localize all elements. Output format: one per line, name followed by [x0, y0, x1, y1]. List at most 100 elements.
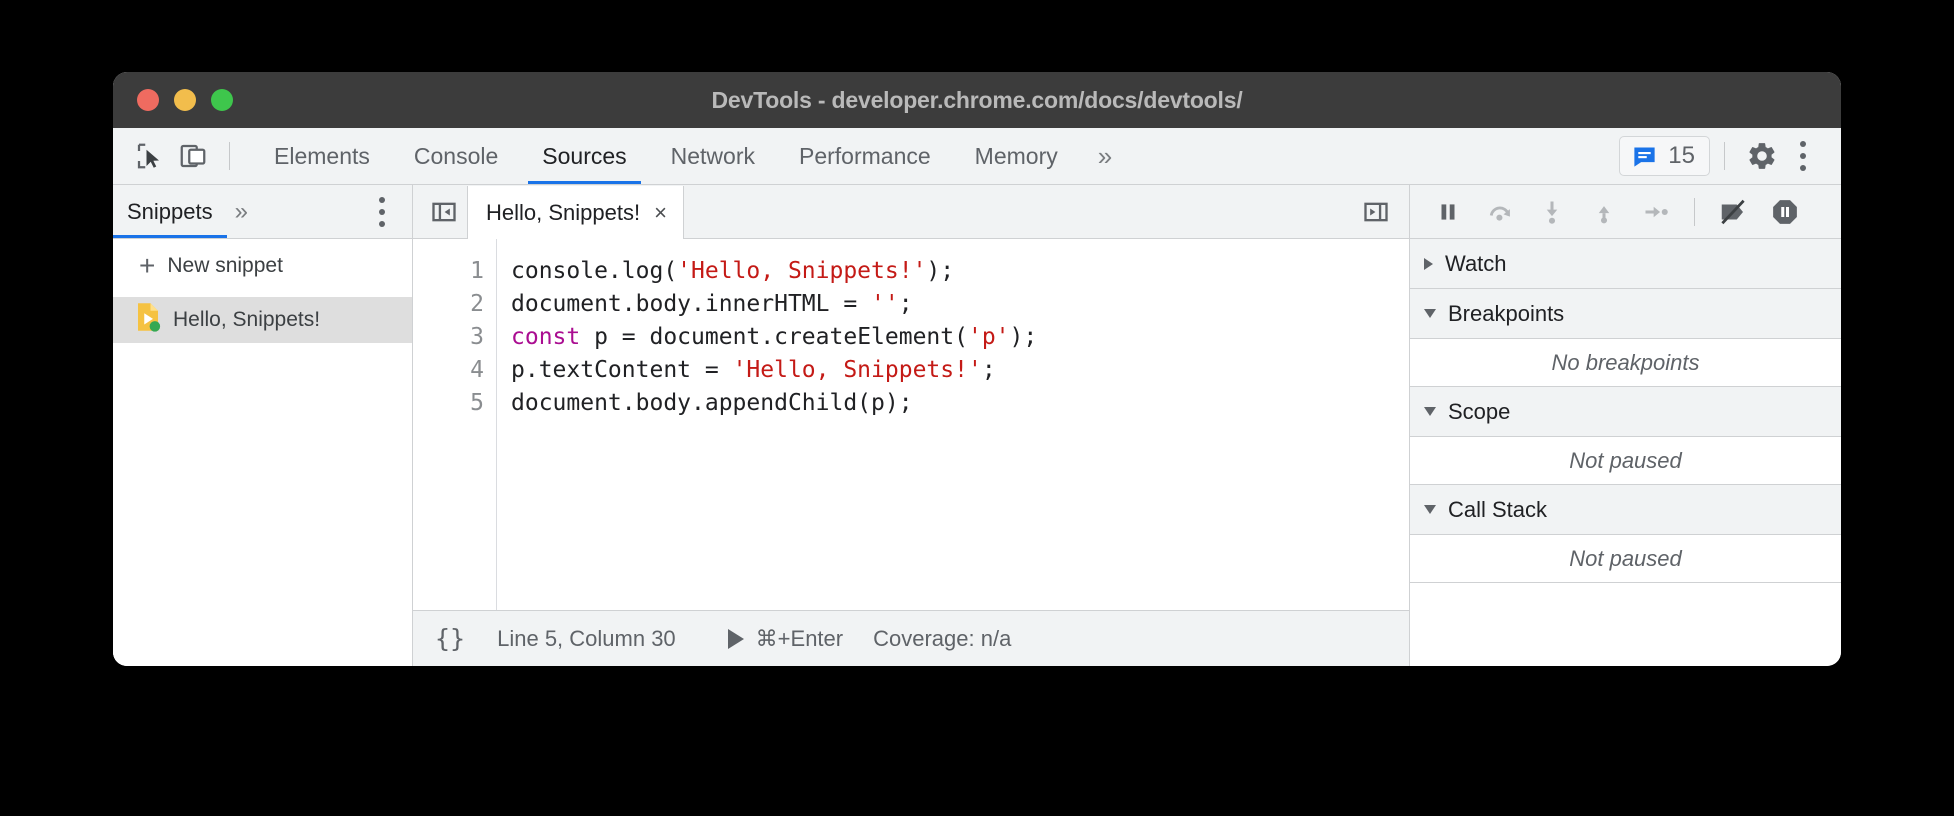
pretty-print-icon[interactable]: {}: [435, 624, 465, 653]
code-token: 'p': [968, 324, 1010, 350]
step-icon[interactable]: [1632, 189, 1680, 235]
screenshot-root: DevTools - developer.chrome.com/docs/dev…: [0, 0, 1954, 816]
step-out-icon[interactable]: [1580, 189, 1628, 235]
code-line: document.body.innerHTML = '';: [511, 288, 1409, 321]
toolbar-divider-right: [1724, 142, 1725, 170]
debugger-toolbar-divider: [1694, 198, 1695, 226]
chevron-down-icon: [1424, 407, 1436, 416]
show-navigator-icon[interactable]: [421, 189, 467, 235]
snippets-list: + New snippet Hello, Snippets!: [113, 239, 412, 666]
close-icon[interactable]: ×: [654, 200, 667, 226]
tab-network[interactable]: Network: [649, 128, 777, 184]
tab-performance[interactable]: Performance: [777, 128, 953, 184]
snippets-header: Snippets »: [113, 185, 412, 239]
code-content[interactable]: console.log('Hello, Snippets!');document…: [497, 239, 1409, 610]
issues-badge-button[interactable]: 15: [1619, 136, 1710, 176]
tab-elements[interactable]: Elements: [252, 128, 392, 184]
toolbar-divider: [229, 142, 230, 170]
list-item-label: Hello, Snippets!: [173, 308, 320, 332]
code-token: console.log(: [511, 258, 677, 284]
code-line: document.body.appendChild(p);: [511, 387, 1409, 420]
run-shortcut-label: ⌘+Enter: [756, 626, 843, 652]
code-token: 'Hello, Snippets!': [677, 258, 926, 284]
devtools-main-toolbar: Elements Console Sources Network Perform…: [113, 128, 1841, 185]
step-over-icon[interactable]: [1476, 189, 1524, 235]
devtools-window: DevTools - developer.chrome.com/docs/dev…: [113, 72, 1841, 666]
more-navigator-tabs-icon[interactable]: »: [227, 198, 256, 226]
code-token: 'Hello, Snippets!': [733, 357, 982, 383]
plus-icon: +: [139, 252, 155, 280]
section-title: Watch: [1445, 251, 1507, 277]
show-debugger-icon[interactable]: [1353, 189, 1399, 235]
section-header-scope[interactable]: Scope: [1410, 387, 1841, 437]
code-line: p.textContent = 'Hello, Snippets!';: [511, 354, 1409, 387]
list-item[interactable]: Hello, Snippets!: [113, 297, 412, 343]
gear-icon[interactable]: [1739, 133, 1785, 179]
tab-memory[interactable]: Memory: [953, 128, 1080, 184]
debugger-toolbar: [1410, 185, 1841, 239]
code-token: '': [871, 291, 899, 317]
line-number: 2: [413, 288, 484, 321]
run-snippet-button[interactable]: ⌘+Enter: [728, 626, 843, 652]
debugger-pane: Watch Breakpoints No breakpoints Scope N…: [1409, 185, 1841, 666]
cursor-position-label: Line 5, Column 30: [497, 626, 676, 652]
code-token: const: [511, 324, 580, 350]
code-token: document.body.innerHTML =: [511, 291, 871, 317]
device-toolbar-icon[interactable]: [171, 134, 215, 178]
editor-tab-hello-snippets[interactable]: Hello, Snippets! ×: [467, 186, 684, 239]
sidebar-tab-snippets[interactable]: Snippets: [113, 185, 227, 238]
more-tabs-icon[interactable]: »: [1080, 141, 1130, 172]
window-titlebar: DevTools - developer.chrome.com/docs/dev…: [113, 72, 1841, 128]
chevron-right-icon: [1424, 258, 1433, 270]
debugger-sections: Watch Breakpoints No breakpoints Scope N…: [1410, 239, 1841, 583]
window-title: DevTools - developer.chrome.com/docs/dev…: [113, 87, 1841, 114]
message-icon: [1631, 143, 1658, 170]
code-token: document.body.appendChild(p);: [511, 390, 913, 416]
coverage-label: Coverage: n/a: [873, 626, 1011, 652]
code-line: const p = document.createElement('p');: [511, 321, 1409, 354]
snippets-navigator-pane: Snippets » + New snippet: [113, 185, 413, 666]
snippets-menu-icon[interactable]: [364, 197, 400, 227]
close-window-button[interactable]: [137, 89, 159, 111]
issues-count: 15: [1668, 142, 1695, 170]
code-token: p.textContent =: [511, 357, 733, 383]
kebab-menu-icon[interactable]: [1785, 141, 1821, 171]
code-token: ;: [899, 291, 913, 317]
deactivate-breakpoints-icon[interactable]: [1709, 189, 1757, 235]
line-number: 3: [413, 321, 484, 354]
editor-tab-label: Hello, Snippets!: [486, 200, 640, 226]
section-header-call-stack[interactable]: Call Stack: [1410, 485, 1841, 535]
chevron-down-icon: [1424, 309, 1436, 318]
new-snippet-button[interactable]: + New snippet: [113, 243, 412, 289]
tab-console[interactable]: Console: [392, 128, 520, 184]
code-token: ;: [982, 357, 996, 383]
step-into-icon[interactable]: [1528, 189, 1576, 235]
section-title: Call Stack: [1448, 497, 1547, 523]
panel-tabs: Elements Console Sources Network Perform…: [252, 128, 1130, 184]
play-icon: [728, 629, 744, 649]
section-body-call-stack: Not paused: [1410, 535, 1841, 583]
line-number: 1: [413, 255, 484, 288]
inspect-cursor-icon[interactable]: [127, 134, 171, 178]
zoom-window-button[interactable]: [211, 89, 233, 111]
section-body-breakpoints: No breakpoints: [1410, 339, 1841, 387]
code-editor[interactable]: 12345 console.log('Hello, Snippets!');do…: [413, 239, 1409, 610]
line-number: 5: [413, 387, 484, 420]
section-title: Scope: [1448, 399, 1510, 425]
pause-script-execution-icon[interactable]: [1424, 189, 1472, 235]
section-header-breakpoints[interactable]: Breakpoints: [1410, 289, 1841, 339]
window-traffic-lights: [113, 89, 233, 111]
pause-on-exceptions-icon[interactable]: [1761, 189, 1809, 235]
chevron-down-icon: [1424, 505, 1436, 514]
code-token: );: [926, 258, 954, 284]
editor-tabbar: Hello, Snippets! ×: [413, 185, 1409, 239]
section-title: Breakpoints: [1448, 301, 1564, 327]
minimize-window-button[interactable]: [174, 89, 196, 111]
new-snippet-label: New snippet: [167, 254, 283, 278]
line-number-gutter: 12345: [413, 239, 497, 610]
devtools-body: Snippets » + New snippet: [113, 185, 1841, 666]
section-body-scope: Not paused: [1410, 437, 1841, 485]
tab-sources[interactable]: Sources: [520, 128, 648, 184]
section-header-watch[interactable]: Watch: [1410, 239, 1841, 289]
editor-status-bar: {} Line 5, Column 30 ⌘+Enter Coverage: n…: [413, 610, 1409, 666]
